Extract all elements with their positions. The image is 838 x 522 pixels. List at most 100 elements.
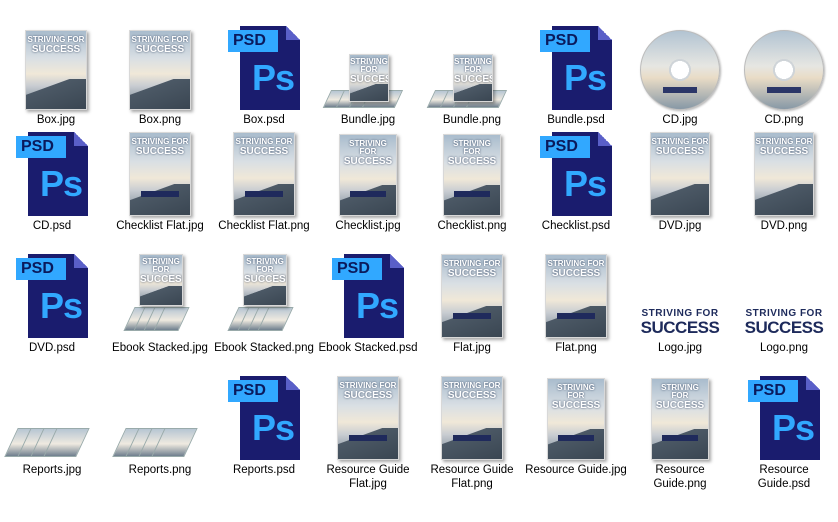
- file-name[interactable]: DVD.png: [732, 219, 836, 233]
- file-thumbnail[interactable]: STRIVING FORSUCCESS: [420, 372, 524, 460]
- file-name[interactable]: Ebook Stacked.psd: [316, 341, 420, 355]
- file-name[interactable]: DVD.psd: [0, 341, 104, 355]
- file-item[interactable]: Reports.jpg: [0, 372, 104, 477]
- file-name[interactable]: Resource Guide.png: [628, 463, 732, 491]
- file-name[interactable]: DVD.jpg: [628, 219, 732, 233]
- file-name[interactable]: Checklist.psd: [524, 219, 628, 233]
- file-name[interactable]: Flat.jpg: [420, 341, 524, 355]
- file-thumbnail[interactable]: PSD Ps: [212, 22, 316, 110]
- file-thumbnail[interactable]: STRIVING FORSUCCESS: [4, 22, 108, 110]
- file-item[interactable]: PSD Ps CD.psd: [0, 128, 104, 233]
- file-name[interactable]: Bundle.psd: [524, 113, 628, 127]
- file-thumbnail[interactable]: PSD Ps: [316, 250, 420, 338]
- file-name[interactable]: Box.psd: [212, 113, 316, 127]
- file-item[interactable]: STRIVING FOR SUCCESS Logo.png: [732, 250, 836, 355]
- file-name[interactable]: Checklist Flat.png: [212, 219, 316, 233]
- file-thumbnail[interactable]: STRIVING FORSUCCESS: [108, 128, 212, 216]
- file-name[interactable]: Flat.png: [524, 341, 628, 355]
- file-thumbnail[interactable]: STRIVING FORSUCCESS: [316, 128, 420, 216]
- file-thumbnail[interactable]: [108, 372, 212, 460]
- file-thumbnail[interactable]: PSD Ps: [212, 372, 316, 460]
- cover-art: STRIVING FORSUCCESS: [754, 132, 814, 216]
- file-name[interactable]: Checklist.jpg: [316, 219, 420, 233]
- file-thumbnail[interactable]: PSD Ps: [524, 22, 628, 110]
- file-item[interactable]: STRIVING FOR SUCCESS Checklist Flat.jpg: [108, 128, 212, 233]
- file-item[interactable]: STRIVING FOR SUCCESS Checklist Flat.png: [212, 128, 316, 233]
- file-thumbnail[interactable]: PSD Ps: [0, 250, 104, 338]
- file-name[interactable]: Resource Guide.psd: [732, 463, 836, 491]
- file-item[interactable]: STRIVING FOR SUCCESS Resource Guide Flat.p…: [420, 372, 524, 491]
- file-thumbnail[interactable]: [628, 22, 732, 110]
- file-item[interactable]: STRIVING FOR SUCCESS Resource Guide.jpg: [524, 372, 628, 477]
- file-thumbnail[interactable]: [0, 372, 104, 460]
- file-item[interactable]: STRIVING FOR SUCCESS DVD.jpg: [628, 128, 732, 233]
- file-item[interactable]: PSD Ps Resource Guide.psd: [732, 372, 836, 491]
- file-thumbnail[interactable]: PSD Ps: [0, 128, 104, 216]
- file-name[interactable]: CD.psd: [0, 219, 104, 233]
- file-item[interactable]: PSD Ps Ebook Stacked.psd: [316, 250, 420, 355]
- file-item[interactable]: PSD Ps Box.psd: [212, 22, 316, 127]
- file-item[interactable]: STRIVING FOR SUCCESS DVD.png: [732, 128, 836, 233]
- file-thumbnail[interactable]: STRIVING FORSUCCESS: [316, 22, 420, 110]
- file-item[interactable]: PSD Ps Checklist.psd: [524, 128, 628, 233]
- file-name[interactable]: Resource Guide Flat.jpg: [316, 463, 420, 491]
- file-item[interactable]: STRIVING FOR SUCCESS Box.jpg: [4, 22, 108, 127]
- file-thumbnail[interactable]: STRIVING FORSUCCESS: [628, 250, 732, 338]
- file-item[interactable]: STRIVING FORSUCCESS Bundle.jpg: [316, 22, 420, 127]
- file-item[interactable]: STRIVING FOR SUCCESS Resource Guide.png: [628, 372, 732, 491]
- file-item[interactable]: PSD Ps DVD.psd: [0, 250, 104, 355]
- file-item[interactable]: STRIVING FOR SUCCESS Box.png: [108, 22, 212, 127]
- file-item[interactable]: PSD Ps Reports.psd: [212, 372, 316, 477]
- file-item[interactable]: STRIVING FOR SUCCESS Checklist.png: [420, 128, 524, 233]
- file-item[interactable]: STRIVING FORSUCCESS Bundle.png: [420, 22, 524, 127]
- file-name[interactable]: Bundle.jpg: [316, 113, 420, 127]
- file-name[interactable]: Ebook Stacked.jpg: [108, 341, 212, 355]
- file-name[interactable]: Logo.png: [732, 341, 836, 355]
- file-thumbnail[interactable]: STRIVING FORSUCCESS: [212, 250, 316, 338]
- file-thumbnail[interactable]: STRIVING FORSUCCESS: [732, 128, 836, 216]
- file-name[interactable]: Checklist Flat.jpg: [108, 219, 212, 233]
- file-item[interactable]: CD.jpg: [628, 22, 732, 127]
- file-item[interactable]: STRIVING FORSUCCESS Ebook Stacked.png: [212, 250, 316, 355]
- file-thumbnail[interactable]: STRIVING FORSUCCESS: [420, 250, 524, 338]
- file-name[interactable]: Bundle.png: [420, 113, 524, 127]
- file-thumbnail[interactable]: STRIVING FORSUCCESS: [212, 128, 316, 216]
- file-item[interactable]: STRIVING FORSUCCESS Ebook Stacked.jpg: [108, 250, 212, 355]
- file-thumbnail[interactable]: STRIVING FORSUCCESS: [108, 22, 212, 110]
- file-thumbnail[interactable]: STRIVING FORSUCCESS: [524, 372, 628, 460]
- file-name[interactable]: Checklist.png: [420, 219, 524, 233]
- file-thumbnail[interactable]: [732, 22, 836, 110]
- file-item[interactable]: STRIVING FOR SUCCESS Logo.jpg: [628, 250, 732, 355]
- file-name[interactable]: CD.jpg: [628, 113, 732, 127]
- file-thumbnail[interactable]: STRIVING FORSUCCESS: [108, 250, 212, 338]
- file-name[interactable]: Ebook Stacked.png: [212, 341, 316, 355]
- file-item[interactable]: Reports.png: [108, 372, 212, 477]
- cover-title: STRIVING FORSUCCESS: [651, 136, 709, 157]
- file-thumbnail[interactable]: PSD Ps: [524, 128, 628, 216]
- file-name[interactable]: Reports.jpg: [0, 463, 104, 477]
- file-thumbnail[interactable]: PSD Ps: [732, 372, 836, 460]
- file-name[interactable]: Reports.png: [108, 463, 212, 477]
- file-item[interactable]: STRIVING FOR SUCCESS Flat.png: [524, 250, 628, 355]
- file-thumbnail[interactable]: STRIVING FORSUCCESS: [316, 372, 420, 460]
- file-thumbnail[interactable]: STRIVING FORSUCCESS: [420, 128, 524, 216]
- file-name[interactable]: Resource Guide Flat.png: [420, 463, 524, 491]
- file-thumbnail[interactable]: STRIVING FORSUCCESS: [524, 250, 628, 338]
- file-name[interactable]: Reports.psd: [212, 463, 316, 477]
- file-item[interactable]: STRIVING FOR SUCCESS Flat.jpg: [420, 250, 524, 355]
- file-name[interactable]: Box.jpg: [4, 113, 108, 127]
- file-item[interactable]: STRIVING FOR SUCCESS Checklist.jpg: [316, 128, 420, 233]
- file-item[interactable]: CD.png: [732, 22, 836, 127]
- file-name[interactable]: Box.png: [108, 113, 212, 127]
- file-item[interactable]: STRIVING FOR SUCCESS Resource Guide Flat.j…: [316, 372, 420, 491]
- file-name[interactable]: Logo.jpg: [628, 341, 732, 355]
- file-thumbnail[interactable]: STRIVING FORSUCCESS: [420, 22, 524, 110]
- file-thumbnail[interactable]: STRIVING FORSUCCESS: [628, 372, 732, 460]
- cover-art: STRIVING FORSUCCESS: [441, 376, 503, 460]
- photoshop-file-icon: PSD Ps: [748, 376, 820, 460]
- file-thumbnail[interactable]: STRIVING FORSUCCESS: [732, 250, 836, 338]
- file-thumbnail[interactable]: STRIVING FORSUCCESS: [628, 128, 732, 216]
- file-item[interactable]: PSD Ps Bundle.psd: [524, 22, 628, 127]
- file-name[interactable]: Resource Guide.jpg: [524, 463, 628, 477]
- file-name[interactable]: CD.png: [732, 113, 836, 127]
